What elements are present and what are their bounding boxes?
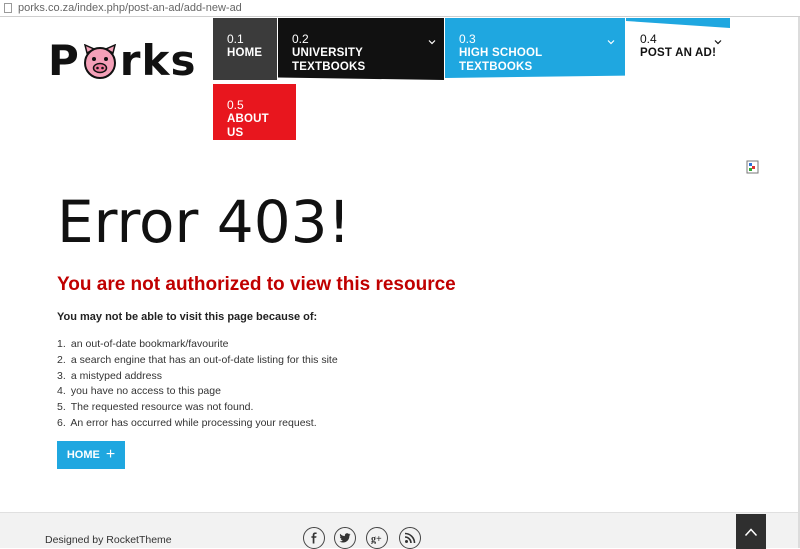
- logo-text-right: rks: [119, 36, 197, 85]
- nav-item-university-textbooks[interactable]: 0.2 UNIVERSITY TEXTBOOKS: [278, 18, 444, 80]
- nav-item-high-school-textbooks[interactable]: 0.3 HIGH SCHOOL TEXTBOOKS: [445, 18, 625, 78]
- nav-label: HIGH SCHOOL TEXTBOOKS: [459, 47, 543, 73]
- site-logo[interactable]: P rks: [48, 37, 196, 85]
- error-title: Error 403!: [57, 188, 351, 256]
- facebook-icon[interactable]: [303, 527, 325, 549]
- footer: Designed by RocketTheme g+: [0, 512, 798, 549]
- list-number: 3.: [57, 369, 66, 382]
- list-number: 5.: [57, 401, 66, 414]
- list-text: a search engine that has an out-of-date …: [70, 353, 338, 366]
- list-number: 4.: [57, 385, 66, 398]
- arrow-up-icon: [744, 527, 758, 536]
- home-button-label: HOME: [66, 449, 100, 461]
- nav-number: 0.5: [227, 98, 244, 112]
- nav-accent-strip: [626, 18, 730, 28]
- twitter-icon[interactable]: [334, 527, 356, 549]
- nav-number: 0.3: [459, 32, 476, 46]
- nav-item-home[interactable]: 0.1 HOME: [213, 18, 277, 80]
- list-item: 2. a search engine that has an out-of-da…: [57, 353, 338, 369]
- google-plus-icon[interactable]: g+: [366, 527, 388, 549]
- url-text[interactable]: porks.co.za/index.php/post-an-ad/add-new…: [18, 2, 242, 14]
- list-number: 1.: [57, 338, 66, 350]
- address-bar[interactable]: porks.co.za/index.php/post-an-ad/add-new…: [0, 0, 800, 17]
- pig-face-icon: [82, 43, 118, 80]
- chevron-down-icon: [607, 40, 615, 45]
- list-item: 3. a mistyped address: [57, 369, 338, 385]
- list-item: 4. you have no access to this page: [57, 384, 338, 400]
- reasons-list: 1. an out-of-date bookmark/favourite 2. …: [57, 337, 338, 432]
- logo-text-left: P: [48, 36, 80, 85]
- nav-label: ABOUT US: [227, 113, 269, 139]
- plus-icon: +: [105, 446, 116, 463]
- broken-image-icon: [746, 160, 759, 174]
- nav-number: 0.2: [292, 32, 309, 46]
- list-item: 1. an out-of-date bookmark/favourite: [57, 337, 338, 353]
- nav-label: UNIVERSITY TEXTBOOKS: [292, 47, 366, 73]
- nav-label: POST AN AD!: [640, 47, 717, 59]
- list-text: The requested resource was not found.: [70, 401, 254, 414]
- footer-credit[interactable]: Designed by RocketTheme: [45, 534, 172, 546]
- list-number: 2.: [57, 353, 66, 366]
- chevron-down-icon: [428, 40, 436, 45]
- nav-item-about-us[interactable]: 0.5 ABOUT US: [213, 84, 296, 140]
- page-icon: [4, 3, 12, 13]
- back-to-top-button[interactable]: [736, 514, 766, 549]
- nav-label: HOME: [227, 47, 263, 59]
- svg-text:g+: g+: [371, 534, 382, 544]
- error-intro: You may not be able to visit this page b…: [57, 311, 318, 323]
- nav-number: 0.4: [640, 32, 657, 46]
- list-item: 6. An error has occurred while processin…: [57, 416, 338, 432]
- list-item: 5. The requested resource was not found.: [57, 400, 338, 416]
- list-text: a mistyped address: [70, 369, 162, 382]
- list-text: An error has occurred while processing y…: [70, 416, 317, 429]
- chevron-down-icon: [714, 40, 722, 45]
- rss-icon[interactable]: [399, 527, 421, 549]
- error-subtitle: You are not authorized to view this reso…: [57, 274, 456, 295]
- list-number: 6.: [57, 416, 66, 429]
- list-text: you have no access to this page: [70, 385, 221, 398]
- list-text: an out-of-date bookmark/favourite: [70, 338, 229, 350]
- home-button[interactable]: HOME +: [57, 441, 125, 469]
- nav-number: 0.1: [227, 32, 244, 46]
